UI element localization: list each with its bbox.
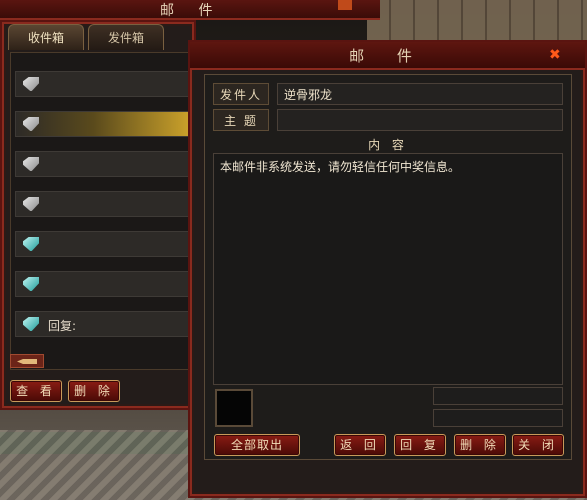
back-window-title: 邮 件 <box>160 3 223 19</box>
close-button[interactable]: 关 闭 <box>512 434 564 456</box>
arrow-left-icon <box>17 359 37 364</box>
delete-mail-button[interactable]: 删 除 <box>454 434 506 456</box>
mail-body: 发件人 逆骨邪龙 主 题 内 容 本邮件非系统发送，请勿轻信任何中奖信息。 <box>204 74 572 460</box>
attachment-info-2 <box>433 409 563 427</box>
reply-button[interactable]: 回 复 <box>394 434 446 456</box>
sender-label: 发件人 <box>213 83 269 105</box>
mail-window: 邮 件 ✖ 发件人 逆骨邪龙 主 题 内 容 本邮件非系统发送，请勿轻信任何中奖… <box>188 40 587 498</box>
sender-field: 逆骨邪龙 <box>277 83 563 105</box>
mail-icon <box>23 317 39 331</box>
list-item[interactable] <box>15 231 189 257</box>
content-text: 本邮件非系统发送，请勿轻信任何中奖信息。 <box>220 160 461 174</box>
list-item[interactable]: 回复: <box>15 311 189 337</box>
mail-window-title: 邮 件 <box>190 42 585 70</box>
back-close-icon[interactable] <box>338 0 352 10</box>
close-icon[interactable]: ✖ <box>549 48 563 62</box>
list-item-label: 回复: <box>48 319 77 333</box>
delete-button[interactable]: 删 除 <box>68 380 120 402</box>
back-window-titlebar: 邮 件 <box>0 0 380 20</box>
attachment-slot[interactable] <box>215 389 253 427</box>
mail-icon <box>23 237 39 251</box>
content-box: 本邮件非系统发送，请勿轻信任何中奖信息。 <box>213 153 563 385</box>
attachment-info-1 <box>433 387 563 405</box>
list-item[interactable] <box>15 191 189 217</box>
mail-icon <box>23 77 39 91</box>
mail-icon <box>23 277 39 291</box>
content-label: 内 容 <box>368 138 408 152</box>
subject-label: 主 题 <box>213 109 269 131</box>
mail-icon <box>23 157 39 171</box>
list-item[interactable] <box>15 151 189 177</box>
inbox-window: 收件箱 发件箱 回复: 查 看 删 除 <box>0 20 196 410</box>
mail-list: 回复: <box>10 52 192 370</box>
back-button[interactable]: 返 回 <box>334 434 386 456</box>
tab-outbox[interactable]: 发件箱 <box>88 24 164 50</box>
list-item[interactable] <box>15 271 189 297</box>
subject-field <box>277 109 563 131</box>
list-item[interactable] <box>15 71 189 97</box>
take-all-button[interactable]: 全部取出 <box>214 434 300 456</box>
mail-icon <box>23 117 39 131</box>
list-item-selected[interactable] <box>15 111 189 137</box>
mail-icon <box>23 197 39 211</box>
page-arrow-button[interactable] <box>10 354 44 368</box>
view-button[interactable]: 查 看 <box>10 380 62 402</box>
tab-inbox[interactable]: 收件箱 <box>8 24 84 50</box>
